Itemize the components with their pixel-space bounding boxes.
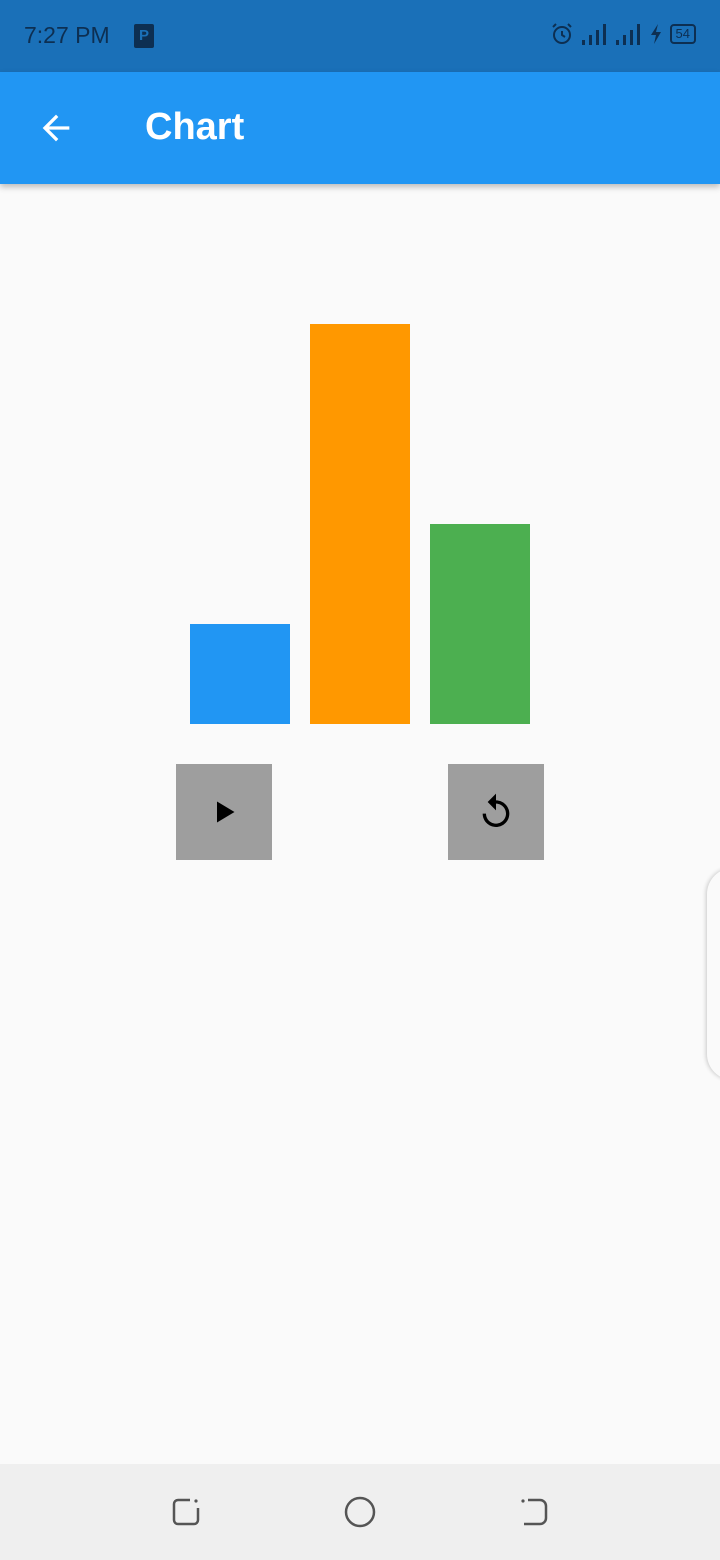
bar-B bbox=[310, 324, 410, 724]
edge-panel-handle[interactable] bbox=[707, 868, 720, 1080]
play-button[interactable] bbox=[176, 764, 272, 860]
charging-icon bbox=[650, 24, 661, 44]
notification-app-icon: P bbox=[134, 24, 154, 48]
navigation-bar bbox=[0, 1464, 720, 1560]
back-nav-icon[interactable] bbox=[516, 1494, 552, 1530]
home-icon[interactable] bbox=[342, 1494, 378, 1530]
status-time: 7:27 PM bbox=[24, 22, 110, 48]
battery-level: 54 bbox=[669, 24, 696, 44]
page-title: Chart bbox=[145, 106, 245, 148]
status-bar: 7:27 PM P 54 bbox=[0, 0, 720, 72]
alarm-icon bbox=[551, 23, 572, 44]
replay-icon bbox=[482, 793, 510, 827]
recents-icon[interactable] bbox=[168, 1494, 204, 1530]
signal-icon-2 bbox=[615, 24, 640, 45]
signal-icon bbox=[581, 24, 606, 45]
bar-A bbox=[190, 624, 290, 724]
app-bar: Chart bbox=[0, 72, 720, 184]
back-arrow-icon[interactable] bbox=[36, 108, 76, 148]
bar-chart bbox=[190, 324, 530, 724]
play-icon bbox=[217, 801, 235, 823]
reset-button[interactable] bbox=[448, 764, 544, 860]
bar-C bbox=[430, 524, 530, 724]
